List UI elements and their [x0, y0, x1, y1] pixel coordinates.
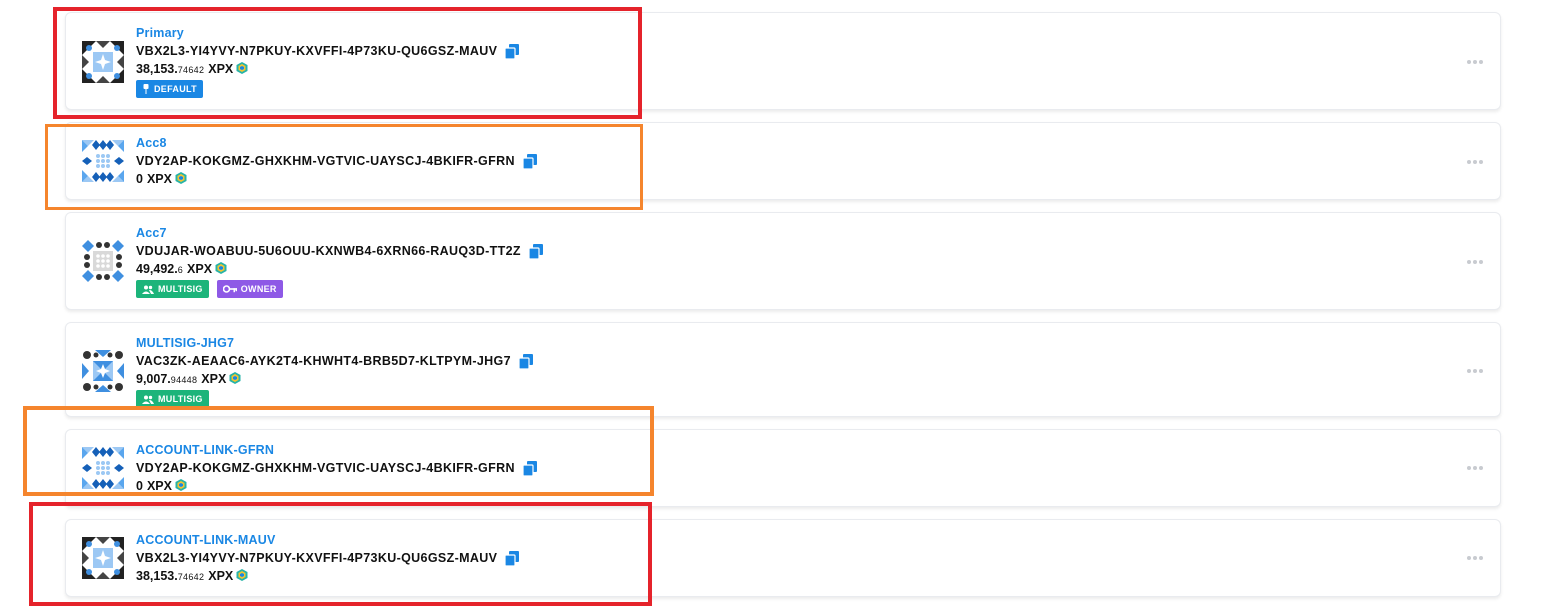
badge-label: MULTISIG	[158, 284, 203, 294]
badge-label: DEFAULT	[154, 84, 197, 94]
copy-icon[interactable]	[518, 353, 533, 369]
account-name[interactable]: MULTISIG-JHG7	[136, 335, 533, 351]
balance-fraction: 94448	[170, 375, 198, 385]
account-avatar-icon	[82, 41, 124, 83]
account-card-primary[interactable]: Primary VBX2L3-YI4YVY-N7PKUY-KXVFFI-4P73…	[65, 12, 1501, 110]
account-avatar-icon	[82, 240, 124, 282]
account-avatar-icon	[82, 350, 124, 392]
account-avatar-icon	[82, 447, 124, 489]
copy-icon[interactable]	[522, 460, 537, 476]
more-options-icon[interactable]	[1466, 59, 1484, 65]
badge-owner: OWNER	[216, 280, 283, 298]
balance-unit: XPX	[201, 372, 227, 386]
pin-icon	[143, 84, 149, 94]
balance-fraction: 6	[177, 265, 184, 275]
badge-multisig: MULTISIG	[136, 390, 209, 408]
xpx-token-icon	[175, 172, 187, 184]
account-name[interactable]: Acc7	[136, 225, 543, 241]
balance-unit: XPX	[187, 262, 213, 276]
balance-unit: XPX	[146, 479, 172, 493]
balance-whole: 49,492.	[136, 262, 178, 276]
more-options-icon[interactable]	[1466, 259, 1484, 265]
account-name[interactable]: Primary	[136, 25, 519, 41]
balance-whole: 0	[136, 479, 143, 493]
balance-unit: XPX	[208, 569, 234, 583]
account-address: VDY2AP-KOKGMZ-GHXKHM-VGTVIC-UAYSCJ-4BKIF…	[136, 461, 515, 475]
account-name[interactable]: ACCOUNT-LINK-GFRN	[136, 442, 537, 458]
xpx-token-icon	[236, 569, 248, 581]
account-address: VAC3ZK-AEAAC6-AYK2T4-KHWHT4-BRB5D7-KLTPY…	[136, 354, 511, 368]
badge-multisig: MULTISIG	[136, 280, 209, 298]
copy-icon[interactable]	[528, 243, 543, 259]
account-name[interactable]: Acc8	[136, 135, 537, 151]
more-options-icon[interactable]	[1466, 465, 1484, 471]
account-card-acc7[interactable]: Acc7 VDUJAR-WOABUU-5U6OUU-KXNWB4-6XRN66-…	[65, 212, 1501, 310]
xpx-token-icon	[215, 262, 227, 274]
copy-icon[interactable]	[505, 43, 520, 59]
users-icon	[142, 395, 154, 404]
account-card-account-link-gfrn[interactable]: ACCOUNT-LINK-GFRN VDY2AP-KOKGMZ-GHXKHM-V…	[65, 429, 1501, 507]
account-address: VDUJAR-WOABUU-5U6OUU-KXNWB4-6XRN66-RAUQ3…	[136, 244, 521, 258]
copy-icon[interactable]	[505, 550, 520, 566]
balance-fraction: 74642	[177, 572, 205, 582]
account-avatar-icon	[82, 140, 124, 182]
balance-unit: XPX	[208, 62, 234, 76]
balance-whole: 38,153.	[136, 569, 178, 583]
account-avatar-icon	[82, 537, 124, 579]
copy-icon[interactable]	[522, 153, 537, 169]
account-card-acc8[interactable]: Acc8 VDY2AP-KOKGMZ-GHXKHM-VGTVIC-UAYSCJ-…	[65, 122, 1501, 200]
badge-label: MULTISIG	[158, 394, 203, 404]
account-address: VDY2AP-KOKGMZ-GHXKHM-VGTVIC-UAYSCJ-4BKIF…	[136, 154, 515, 168]
xpx-token-icon	[236, 62, 248, 74]
balance-fraction: 74642	[177, 65, 205, 75]
xpx-token-icon	[229, 372, 241, 384]
balance-whole: 9,007.	[136, 372, 171, 386]
users-icon	[142, 285, 154, 294]
balance-unit: XPX	[146, 172, 172, 186]
account-address: VBX2L3-YI4YVY-N7PKUY-KXVFFI-4P73KU-QU6GS…	[136, 551, 498, 565]
account-card-multisig-jhg7[interactable]: MULTISIG-JHG7 VAC3ZK-AEAAC6-AYK2T4-KHWHT…	[65, 322, 1501, 417]
balance-whole: 38,153.	[136, 62, 178, 76]
badge-label: OWNER	[240, 284, 277, 294]
more-options-icon[interactable]	[1466, 555, 1484, 561]
balance-whole: 0	[136, 172, 143, 186]
account-name[interactable]: ACCOUNT-LINK-MAUV	[136, 532, 519, 548]
account-address: VBX2L3-YI4YVY-N7PKUY-KXVFFI-4P73KU-QU6GS…	[136, 44, 498, 58]
key-icon	[222, 285, 237, 293]
more-options-icon[interactable]	[1466, 159, 1484, 165]
xpx-token-icon	[175, 479, 187, 491]
account-card-account-link-mauv[interactable]: ACCOUNT-LINK-MAUV VBX2L3-YI4YVY-N7PKUY-K…	[65, 519, 1501, 597]
badge-default: DEFAULT	[136, 80, 203, 98]
more-options-icon[interactable]	[1466, 368, 1484, 374]
